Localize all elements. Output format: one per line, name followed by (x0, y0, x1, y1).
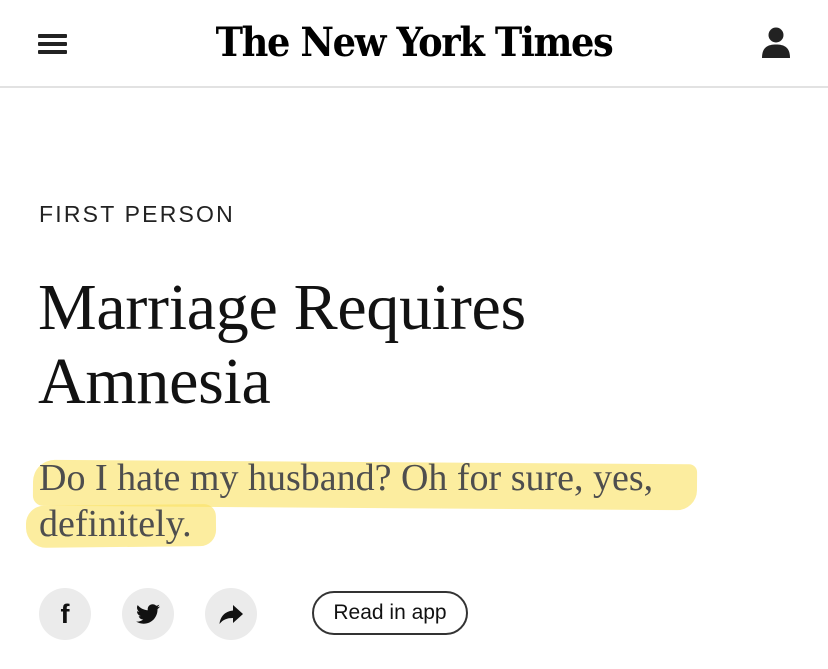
top-header: The New York Times (0, 0, 828, 88)
facebook-icon: f (61, 599, 71, 629)
twitter-share-button[interactable] (122, 588, 174, 640)
share-arrow-icon (219, 605, 243, 624)
read-in-app-button[interactable]: Read in app (312, 591, 468, 635)
article-headline: Marriage Requires Amnesia (38, 271, 526, 418)
svg-text:f: f (61, 599, 71, 629)
user-account-icon[interactable] (758, 25, 794, 61)
facebook-share-button[interactable]: f (39, 588, 91, 640)
share-button[interactable] (205, 588, 257, 640)
article-subheadline: Do I hate my husband? Oh for sure, yes, … (39, 457, 654, 545)
twitter-icon (136, 604, 160, 624)
nyt-masthead-logo[interactable]: The New York Times (33, 17, 795, 69)
section-kicker[interactable]: FIRST PERSON (39, 199, 235, 229)
